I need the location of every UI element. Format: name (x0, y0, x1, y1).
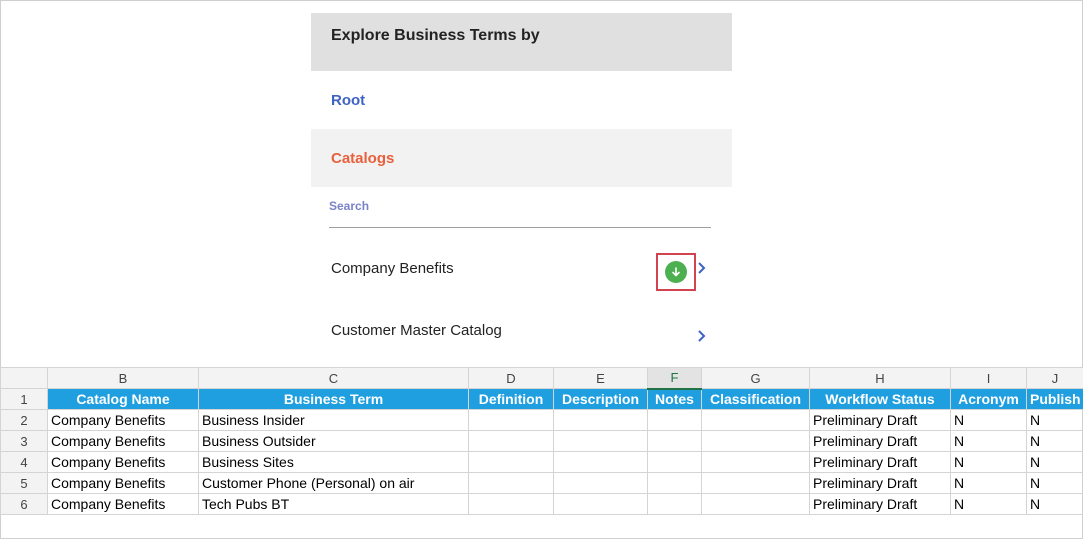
header-cell[interactable]: Description (553, 388, 648, 410)
header-cell[interactable]: Acronym (950, 388, 1027, 410)
table-cell[interactable] (468, 430, 554, 452)
column-letter-row: B C D E F G H I J (0, 367, 1083, 390)
table-cell[interactable] (553, 493, 648, 515)
table-cell[interactable]: N (950, 430, 1027, 452)
explore-panel: Explore Business Terms by Root Catalogs … (311, 13, 732, 361)
column-header[interactable]: J (1026, 367, 1083, 389)
table-cell[interactable] (468, 409, 554, 431)
download-arrow-icon (672, 267, 680, 277)
header-cell[interactable]: Definition (468, 388, 554, 410)
table-cell[interactable] (701, 472, 810, 494)
table-cell[interactable] (647, 430, 702, 452)
table-row: 6 Company Benefits Tech Pubs BT Preliminary… (0, 493, 1083, 515)
table-cell[interactable]: N (950, 472, 1027, 494)
table-row: 5 Company Benefits Customer Phone (Persona… (0, 472, 1083, 494)
table-cell[interactable] (701, 493, 810, 515)
table-cell[interactable] (701, 430, 810, 452)
root-row[interactable]: Root (311, 71, 732, 129)
catalogs-row[interactable]: Catalogs (311, 129, 732, 187)
table-cell[interactable]: Company Benefits (47, 451, 199, 473)
table-cell[interactable]: Preliminary Draft (809, 493, 951, 515)
table-cell[interactable] (553, 430, 648, 452)
table-cell[interactable]: N (1026, 451, 1083, 473)
table-cell[interactable]: N (950, 493, 1027, 515)
chevron-right-icon[interactable] (697, 328, 707, 349)
catalogs-label: Catalogs (331, 149, 395, 167)
header-cell[interactable]: Catalog Name (47, 388, 199, 410)
column-header[interactable]: H (809, 367, 951, 389)
table-row: 4 Company Benefits Business Sites Prelimina… (0, 451, 1083, 473)
column-header[interactable]: B (47, 367, 199, 389)
table-cell[interactable]: N (1026, 493, 1083, 515)
table-cell[interactable] (468, 472, 554, 494)
search-container (311, 187, 732, 237)
table-row: 2 Company Benefits Business Insider Prelimi… (0, 409, 1083, 431)
table-cell[interactable] (468, 493, 554, 515)
table-cell[interactable]: Tech Pubs BT (198, 493, 469, 515)
table-cell[interactable] (553, 451, 648, 473)
download-button[interactable] (665, 261, 687, 283)
table-cell[interactable] (647, 493, 702, 515)
table-cell[interactable] (701, 409, 810, 431)
column-header[interactable]: I (950, 367, 1027, 389)
table-cell[interactable]: N (950, 409, 1027, 431)
column-header-selected[interactable]: F (647, 367, 702, 390)
chevron-right-icon[interactable] (697, 260, 707, 281)
table-cell[interactable] (647, 451, 702, 473)
row-number[interactable]: 3 (0, 430, 48, 452)
table-cell[interactable]: Company Benefits (47, 493, 199, 515)
table-cell[interactable]: Business Sites (198, 451, 469, 473)
catalog-item-label: Company Benefits (331, 259, 454, 277)
column-header[interactable]: C (198, 367, 469, 389)
row-number[interactable]: 1 (0, 388, 48, 410)
catalog-item-label: Customer Master Catalog (331, 321, 502, 339)
header-cell[interactable]: Business Term (198, 388, 469, 410)
row-number[interactable]: 6 (0, 493, 48, 515)
table-cell[interactable]: Company Benefits (47, 472, 199, 494)
row-number[interactable]: 5 (0, 472, 48, 494)
table-cell[interactable] (701, 451, 810, 473)
table-cell[interactable] (553, 472, 648, 494)
table-cell[interactable]: Company Benefits (47, 430, 199, 452)
spreadsheet: B C D E F G H I J 1 Catalog Name Busines… (0, 367, 1083, 515)
header-cell[interactable]: Notes (647, 388, 702, 410)
catalog-item-customer-master[interactable]: Customer Master Catalog (311, 299, 732, 361)
header-cell[interactable]: Publish (1026, 388, 1083, 410)
root-link[interactable]: Root (331, 92, 365, 109)
sheet-body: 2 Company Benefits Business Insider Prelimi… (0, 409, 1083, 515)
row-number[interactable]: 4 (0, 451, 48, 473)
table-cell[interactable]: N (1026, 472, 1083, 494)
table-cell[interactable]: Preliminary Draft (809, 409, 951, 431)
download-highlight (656, 253, 696, 291)
table-cell[interactable]: Company Benefits (47, 409, 199, 431)
table-cell[interactable] (647, 409, 702, 431)
header-cell[interactable]: Workflow Status (809, 388, 951, 410)
row-number[interactable]: 2 (0, 409, 48, 431)
table-cell[interactable]: N (950, 451, 1027, 473)
header-cell[interactable]: Classification (701, 388, 810, 410)
panel-title: Explore Business Terms by (311, 13, 732, 71)
table-cell[interactable]: Business Outsider (198, 430, 469, 452)
table-cell[interactable]: N (1026, 430, 1083, 452)
table-cell[interactable]: Preliminary Draft (809, 451, 951, 473)
table-row: 3 Company Benefits Business Outsider Prelim… (0, 430, 1083, 452)
select-all-corner[interactable] (0, 367, 48, 389)
column-header[interactable]: E (553, 367, 648, 389)
column-header[interactable]: G (701, 367, 810, 389)
column-header[interactable]: D (468, 367, 554, 389)
table-cell[interactable]: Preliminary Draft (809, 472, 951, 494)
table-cell[interactable] (553, 409, 648, 431)
table-cell[interactable] (468, 451, 554, 473)
table-cell[interactable]: Business Insider (198, 409, 469, 431)
search-input[interactable] (329, 197, 711, 228)
table-cell[interactable]: Preliminary Draft (809, 430, 951, 452)
table-cell[interactable]: Customer Phone (Personal) on air (198, 472, 469, 494)
header-row: 1 Catalog Name Business Term Definition … (0, 388, 1083, 410)
table-cell[interactable]: N (1026, 409, 1083, 431)
table-cell[interactable] (647, 472, 702, 494)
